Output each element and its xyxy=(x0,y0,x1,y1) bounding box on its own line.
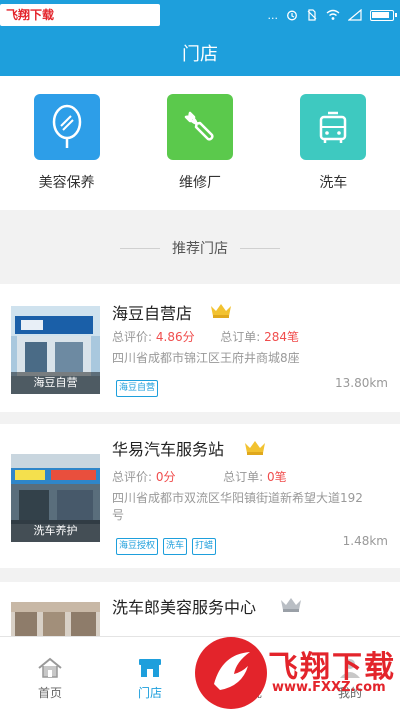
storefront-image xyxy=(11,602,100,636)
store-distance: 13.80km xyxy=(335,376,388,390)
store-address: 四川省成都市双流区华阳镇街道新希望大道192号 xyxy=(112,491,363,522)
store-meta: 总评价: 4.86分 总订单: 284笔 xyxy=(112,328,299,345)
wifi-icon xyxy=(326,9,340,20)
store-thumbnail: 海豆自营 xyxy=(11,306,100,394)
store-address: 四川省成都市锦江区王府井商城8座 xyxy=(112,351,300,365)
tab-label: 门店 xyxy=(137,686,162,700)
service-label: 美容保养 xyxy=(38,175,95,191)
watermark-banner: 飞翔下载 www.FXXZ.com xyxy=(0,4,160,44)
service-tile-beauty[interactable] xyxy=(33,94,100,160)
store-distance: 1.48km xyxy=(342,534,388,548)
battery-icon xyxy=(370,9,397,21)
rating-value: 4.86分 xyxy=(155,330,195,344)
store-tag: 海豆自营 xyxy=(116,380,159,397)
rating-label: 总评价: xyxy=(112,330,153,344)
page-title: 门店 xyxy=(182,44,218,65)
crown-icon xyxy=(245,441,265,455)
store-card[interactable]: 海豆自营 海豆自营店 总评价: 4.86分 总订单: 284笔 四川省成都市锦江… xyxy=(0,284,400,412)
store-card[interactable]: 洗车郎美容服务中心 xyxy=(0,582,400,636)
watermark-emblem-icon xyxy=(195,637,267,709)
no-sim-icon xyxy=(307,9,317,21)
status-icons: ... xyxy=(267,6,397,24)
store-name: 洗车郎美容服务中心 xyxy=(112,598,257,617)
orders-value: 0笔 xyxy=(267,470,287,484)
leaf-icon xyxy=(52,104,81,148)
watermark-logo: 飞翔下载 www.FXXZ.com xyxy=(192,634,400,712)
store-tag: 打蜡 xyxy=(192,538,217,555)
tab-label: 首页 xyxy=(37,686,62,700)
service-grid: 美容保养 维修厂 洗车 xyxy=(0,76,400,210)
nav-bar: 门店 xyxy=(0,30,400,76)
bus-icon xyxy=(320,111,347,143)
orders-label: 总订单: xyxy=(223,470,264,484)
store-thumbnail xyxy=(11,602,100,636)
status-bar: 飞翔下载 www.FXXZ.com ... xyxy=(0,0,400,44)
service-tile-repair[interactable] xyxy=(166,94,233,160)
rating-value: 0分 xyxy=(155,470,176,484)
watermark-url: www.FXXZ.com xyxy=(272,680,386,695)
alarm-icon xyxy=(287,10,297,21)
tab-home[interactable]: 首页 xyxy=(0,637,100,712)
orders-label: 总订单: xyxy=(220,330,261,344)
store-icon xyxy=(139,659,161,677)
section-header: 推荐门店 xyxy=(0,226,400,270)
store-card[interactable]: 洗车养护 华易汽车服务站 总评价: 0分 总订单: 0笔 四川省成都市双流区华阳… xyxy=(0,424,400,568)
signal-icon xyxy=(348,9,362,21)
store-thumbnail: 洗车养护 xyxy=(11,454,100,542)
service-tile-carwash[interactable] xyxy=(300,94,367,160)
service-label: 洗车 xyxy=(319,175,348,191)
store-tags: 海豆授权 洗车 打蜡 xyxy=(116,538,217,555)
section-title: 推荐门店 xyxy=(172,241,228,257)
divider xyxy=(120,247,160,249)
service-beauty[interactable]: 美容保养 xyxy=(12,94,122,210)
store-meta: 总评价: 0分 总订单: 0笔 xyxy=(112,468,287,485)
rating-label: 总评价: xyxy=(112,470,153,484)
service-carwash[interactable]: 洗车 xyxy=(278,94,388,210)
divider xyxy=(240,247,280,249)
service-label: 维修厂 xyxy=(178,175,221,191)
orders-value: 284笔 xyxy=(264,330,300,344)
service-repair[interactable]: 维修厂 xyxy=(145,94,255,210)
dots-icon: ... xyxy=(267,8,279,22)
store-name: 海豆自营店 xyxy=(112,304,193,323)
home-icon xyxy=(38,657,62,678)
crown-icon xyxy=(211,304,231,318)
store-tags: 海豆自营 xyxy=(116,380,159,397)
crown-icon xyxy=(281,598,301,612)
tab-store[interactable]: 门店 xyxy=(100,637,200,712)
thumb-caption: 海豆自营 xyxy=(11,372,100,394)
wrench-icon xyxy=(184,111,214,141)
thumb-caption: 洗车养护 xyxy=(11,520,100,542)
store-name: 华易汽车服务站 xyxy=(112,440,225,459)
store-tag: 洗车 xyxy=(163,538,188,555)
store-tag: 海豆授权 xyxy=(116,538,159,555)
